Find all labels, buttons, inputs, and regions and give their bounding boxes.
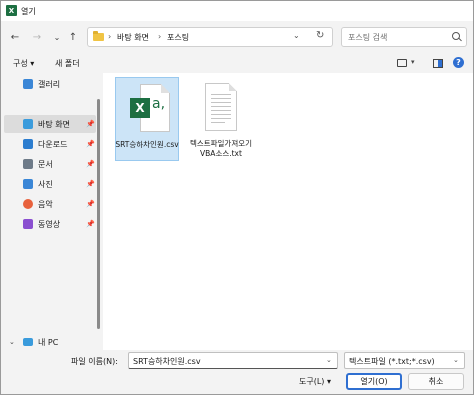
sidebar-item-label: 문서 <box>38 159 53 169</box>
text-line <box>211 94 231 95</box>
pin-icon: 📌 <box>86 180 95 188</box>
sidebar-item-label: 내 PC <box>38 337 59 347</box>
pin-icon: 📌 <box>86 140 95 148</box>
tools-button[interactable]: 도구(L) ▾ <box>299 376 331 387</box>
filename-value: SRT승하차인원.csv <box>133 357 201 366</box>
organize-arrow-icon: ▾ <box>30 59 35 68</box>
search-icon <box>452 32 460 40</box>
open-file-dialog: X 열기 ← → ⌄ ↑ › 바탕 화면 › 포스팅 ⌄ ↻ 포스팅 검색 구성… <box>0 0 474 395</box>
desktop-icon <box>23 119 33 129</box>
new-folder-button[interactable]: 새 폴더 <box>55 58 80 69</box>
pin-icon: 📌 <box>86 120 95 128</box>
back-button[interactable]: ← <box>8 30 22 44</box>
file-type-value: 텍스트파일 (*.txt;*.csv) <box>349 357 435 366</box>
up-button[interactable]: ↑ <box>66 30 80 44</box>
excel-csv-glyph: a, <box>152 96 166 112</box>
folder-icon <box>93 31 104 41</box>
excel-app-icon: X <box>6 5 17 16</box>
sidebar-item-music[interactable]: 음악 📌 <box>4 195 96 213</box>
view-options-icon[interactable] <box>397 59 407 67</box>
file-type-select[interactable]: 텍스트파일 (*.txt;*.csv) ⌄ <box>344 352 465 369</box>
sidebar-item-downloads[interactable]: 다운로드 📌 <box>4 135 96 153</box>
sidebar-item-label: 바탕 화면 <box>38 119 70 129</box>
text-line <box>211 106 231 107</box>
organize-button[interactable]: 구성 ▾ <box>13 58 34 69</box>
sidebar-item-desktop[interactable]: 바탕 화면 📌 <box>4 115 96 133</box>
sidebar-item-documents[interactable]: 문서 📌 <box>4 155 96 173</box>
sidebar-item-this-pc[interactable]: ⌄ 내 PC <box>4 333 96 351</box>
breadcrumb-posting[interactable]: 포스팅 <box>167 32 189 43</box>
sidebar-item-pictures[interactable]: 사진 📌 <box>4 175 96 193</box>
excel-csv-icon: X a, <box>130 84 170 134</box>
search-input[interactable]: 포스팅 검색 <box>341 27 467 47</box>
title-bar: X 열기 <box>1 1 473 21</box>
forward-arrow-icon: → <box>32 31 42 43</box>
back-arrow-icon: ← <box>10 31 20 43</box>
organize-label: 구성 <box>13 59 28 68</box>
chevron-down-icon: ⌄ <box>453 356 459 364</box>
window-title: 열기 <box>21 7 36 16</box>
filename-input[interactable]: SRT승하차인원.csv ⌄ <box>128 352 338 369</box>
file-item-txt[interactable]: 텍스트파일가져오기VBA소스.txt <box>189 77 253 161</box>
help-icon[interactable]: ? <box>453 57 464 68</box>
pin-icon: 📌 <box>86 200 95 208</box>
videos-icon <box>23 219 33 229</box>
music-icon <box>23 199 33 209</box>
sidebar-item-label: 음악 <box>38 199 53 209</box>
text-line <box>211 98 231 99</box>
chevron-down-icon[interactable]: ⌄ <box>9 338 15 346</box>
gallery-icon <box>23 79 33 89</box>
text-line <box>211 114 231 115</box>
excel-badge: X <box>130 98 150 118</box>
search-placeholder: 포스팅 검색 <box>348 33 388 42</box>
sidebar-item-label: 갤러리 <box>38 79 61 89</box>
sidebar-item-label: 사진 <box>38 179 53 189</box>
documents-icon <box>23 159 33 169</box>
breadcrumb-separator: › <box>108 32 112 41</box>
pin-icon: 📌 <box>86 220 95 228</box>
sidebar-item-label: 동영상 <box>38 219 61 229</box>
recent-locations-button[interactable]: ⌄ <box>50 30 64 44</box>
forward-button[interactable]: → <box>30 30 44 44</box>
file-item-csv[interactable]: X a, SRT승하차인원.csv <box>115 77 179 161</box>
download-icon <box>23 139 33 149</box>
address-bar[interactable]: › 바탕 화면 › 포스팅 ⌄ ↻ <box>87 27 333 47</box>
cancel-button[interactable]: 취소 <box>408 373 464 390</box>
breadcrumb-separator: › <box>158 32 162 41</box>
preview-pane-icon[interactable] <box>433 59 443 68</box>
breadcrumb-desktop[interactable]: 바탕 화면 <box>117 32 149 43</box>
up-arrow-icon: ↑ <box>68 31 78 43</box>
sidebar-scrollbar[interactable] <box>97 73 101 349</box>
open-button[interactable]: 열기(O) <box>346 373 402 390</box>
tools-arrow-icon: ▾ <box>326 377 331 386</box>
sidebar-item-gallery[interactable]: 갤러리 <box>4 75 96 93</box>
address-dropdown-icon[interactable]: ⌄ <box>293 31 300 40</box>
file-name: SRT승하차인원.csv <box>115 140 179 149</box>
refresh-icon[interactable]: ↻ <box>316 30 324 41</box>
text-file-icon <box>205 83 237 131</box>
file-list: X a, SRT승하차인원.csv 텍스트파일가져오기VBA소스.txt <box>103 73 473 350</box>
text-line <box>211 102 231 103</box>
view-dropdown-icon[interactable]: ▾ <box>411 58 415 66</box>
sidebar-item-videos[interactable]: 동영상 📌 <box>4 215 96 233</box>
pin-icon: 📌 <box>86 160 95 168</box>
this-pc-icon <box>23 338 33 346</box>
chevron-down-icon: ⌄ <box>53 32 61 42</box>
filename-label: 파일 이름(N): <box>71 357 118 366</box>
chevron-down-icon[interactable]: ⌄ <box>326 356 332 364</box>
navigation-pane: 갤러리 바탕 화면 📌 다운로드 📌 문서 📌 사진 📌 음악 📌 동영상 📌 … <box>2 73 99 350</box>
pictures-icon <box>23 179 33 189</box>
sidebar-item-label: 다운로드 <box>38 139 68 149</box>
text-line <box>211 110 231 111</box>
file-name: 텍스트파일가져오기VBA소스.txt <box>189 139 253 158</box>
text-line <box>211 122 225 123</box>
tools-label: 도구(L) <box>299 377 325 386</box>
sidebar-scrollbar-thumb[interactable] <box>97 99 100 329</box>
text-line <box>211 118 231 119</box>
